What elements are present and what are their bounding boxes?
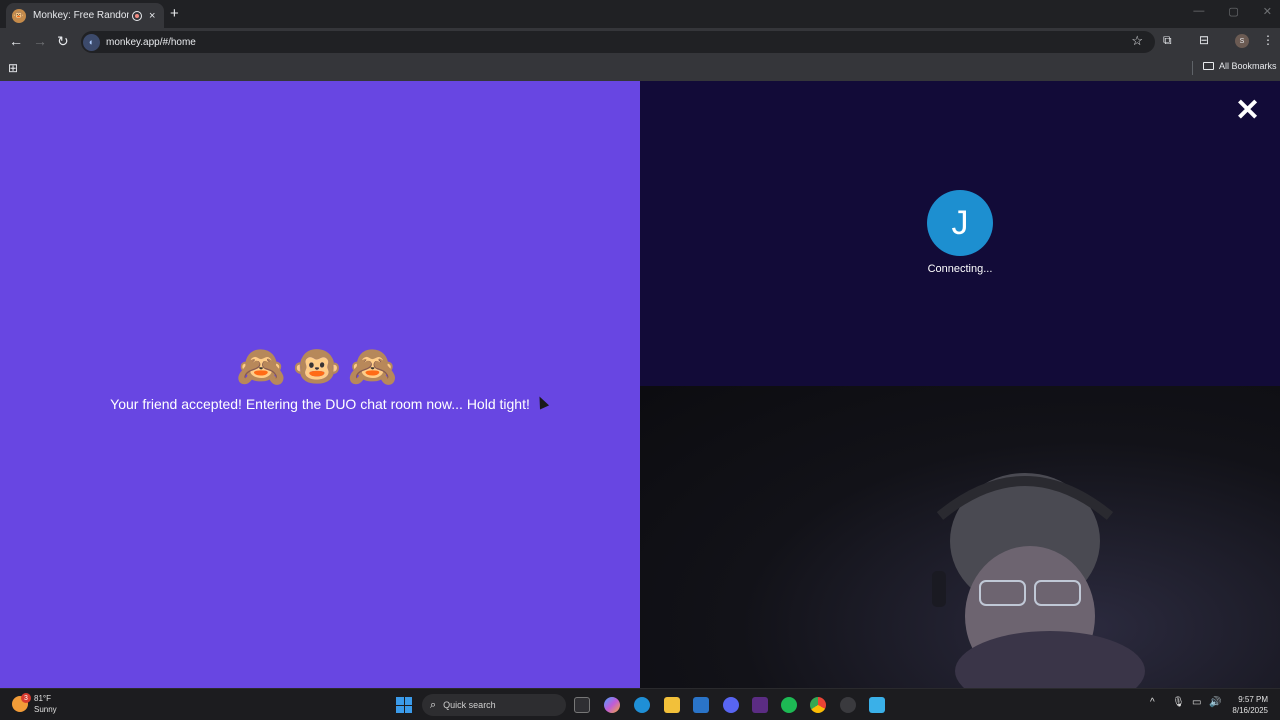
search-icon: ⌕ [430,698,437,711]
webcam-earcup [932,571,946,607]
monkey-emojis: 🙈🐵🙈 [236,345,404,389]
tab-title: Monkey: Free Random Vide [33,10,129,21]
site-info-icon[interactable]: ◐ [83,33,100,51]
search-placeholder[interactable]: Quick search [443,700,496,710]
media-controls-icon[interactable]: ⊟ [1199,33,1209,47]
all-bookmarks-label: All Bookmarks [1219,61,1277,71]
store-icon[interactable] [693,697,709,713]
volume-icon[interactable]: 🔊 [1209,697,1221,708]
weather-badge: 3 [21,693,31,703]
weather-widget[interactable]: 3 81°F Sunny [12,693,57,715]
menu-kebab-icon[interactable]: ⋮ [1262,33,1274,47]
chevron-up-icon[interactable]: ^ [1150,697,1155,708]
profile-avatar[interactable]: S [1235,34,1249,48]
tab-strip: 🐵 Monkey: Free Random Vide × + — ▢ ✕ [0,0,1280,28]
microphone-icon[interactable]: 🎙 [1172,697,1185,708]
monkey-favicon-icon: 🐵 [12,8,26,23]
obs-icon[interactable] [840,697,856,713]
browser-toolbar: ← → ↻ ◐ monkey.app/#/home ☆ ⧉ ⊟ S ⋮ [0,28,1280,56]
recording-indicator-icon [132,10,142,21]
extensions-icon[interactable]: ⧉ [1163,33,1172,48]
windows-taskbar: 3 81°F Sunny ⌕ Quick search ^ 🎙 ▭ 🔊 9:57… [0,688,1280,720]
address-bar[interactable]: ◐ monkey.app/#/home ☆ [81,31,1155,53]
temperature: 81°F [34,694,51,703]
remote-video-panel: ✕ J Connecting... [640,81,1280,386]
discord-icon[interactable] [723,697,739,713]
facebook-icon[interactable] [869,697,885,713]
task-view-icon[interactable] [574,697,590,713]
minimize-button[interactable]: — [1193,5,1204,18]
edge-icon[interactable] [634,697,650,713]
clock-time: 9:57 PM [1238,695,1268,704]
weather-text: 81°F Sunny [34,693,57,715]
close-window-button[interactable]: ✕ [1263,5,1272,18]
clock-date: 8/16/2025 [1232,706,1268,715]
local-webcam-panel [640,386,1280,688]
bookmarks-divider [1192,61,1193,75]
browser-tab[interactable]: 🐵 Monkey: Free Random Vide × [6,3,164,28]
next-app-icon[interactable] [752,697,768,713]
bookmarks-bar: ⊞ All Bookmarks [0,56,1280,81]
apps-grid-icon[interactable]: ⊞ [8,61,18,75]
spotify-icon[interactable] [781,697,797,713]
all-bookmarks-button[interactable]: All Bookmarks [1203,61,1277,71]
forward-arrow-icon[interactable]: → [33,33,47,49]
reload-icon[interactable]: ↻ [57,33,69,50]
network-icon[interactable]: ▭ [1192,697,1201,708]
copilot-icon[interactable] [604,697,620,713]
bookmark-star-icon[interactable]: ☆ [1131,33,1143,49]
new-tab-button[interactable]: + [170,5,179,22]
windows-start-icon[interactable] [396,697,412,713]
url-text[interactable]: monkey.app/#/home [106,37,196,48]
window-controls: — ▢ ✕ [1193,5,1272,18]
waiting-panel: 🙈🐵🙈 Your friend accepted! Entering the D… [0,81,640,688]
chrome-icon[interactable] [810,697,826,713]
close-call-button[interactable]: ✕ [1235,96,1260,126]
file-explorer-icon[interactable] [664,697,680,713]
maximize-button[interactable]: ▢ [1228,5,1238,18]
webcam-person-image [932,473,1145,688]
participant-avatar: J [927,190,993,256]
tab-close-button[interactable]: × [149,10,155,22]
sun-icon: 3 [12,693,31,712]
folder-icon [1203,62,1214,70]
weather-condition: Sunny [34,705,57,714]
taskbar-search[interactable]: ⌕ Quick search [422,694,566,716]
connecting-status: Connecting... [927,263,993,275]
back-arrow-icon[interactable]: ← [9,33,23,49]
taskbar-clock[interactable]: 9:57 PM 8/16/2025 [1222,694,1268,716]
